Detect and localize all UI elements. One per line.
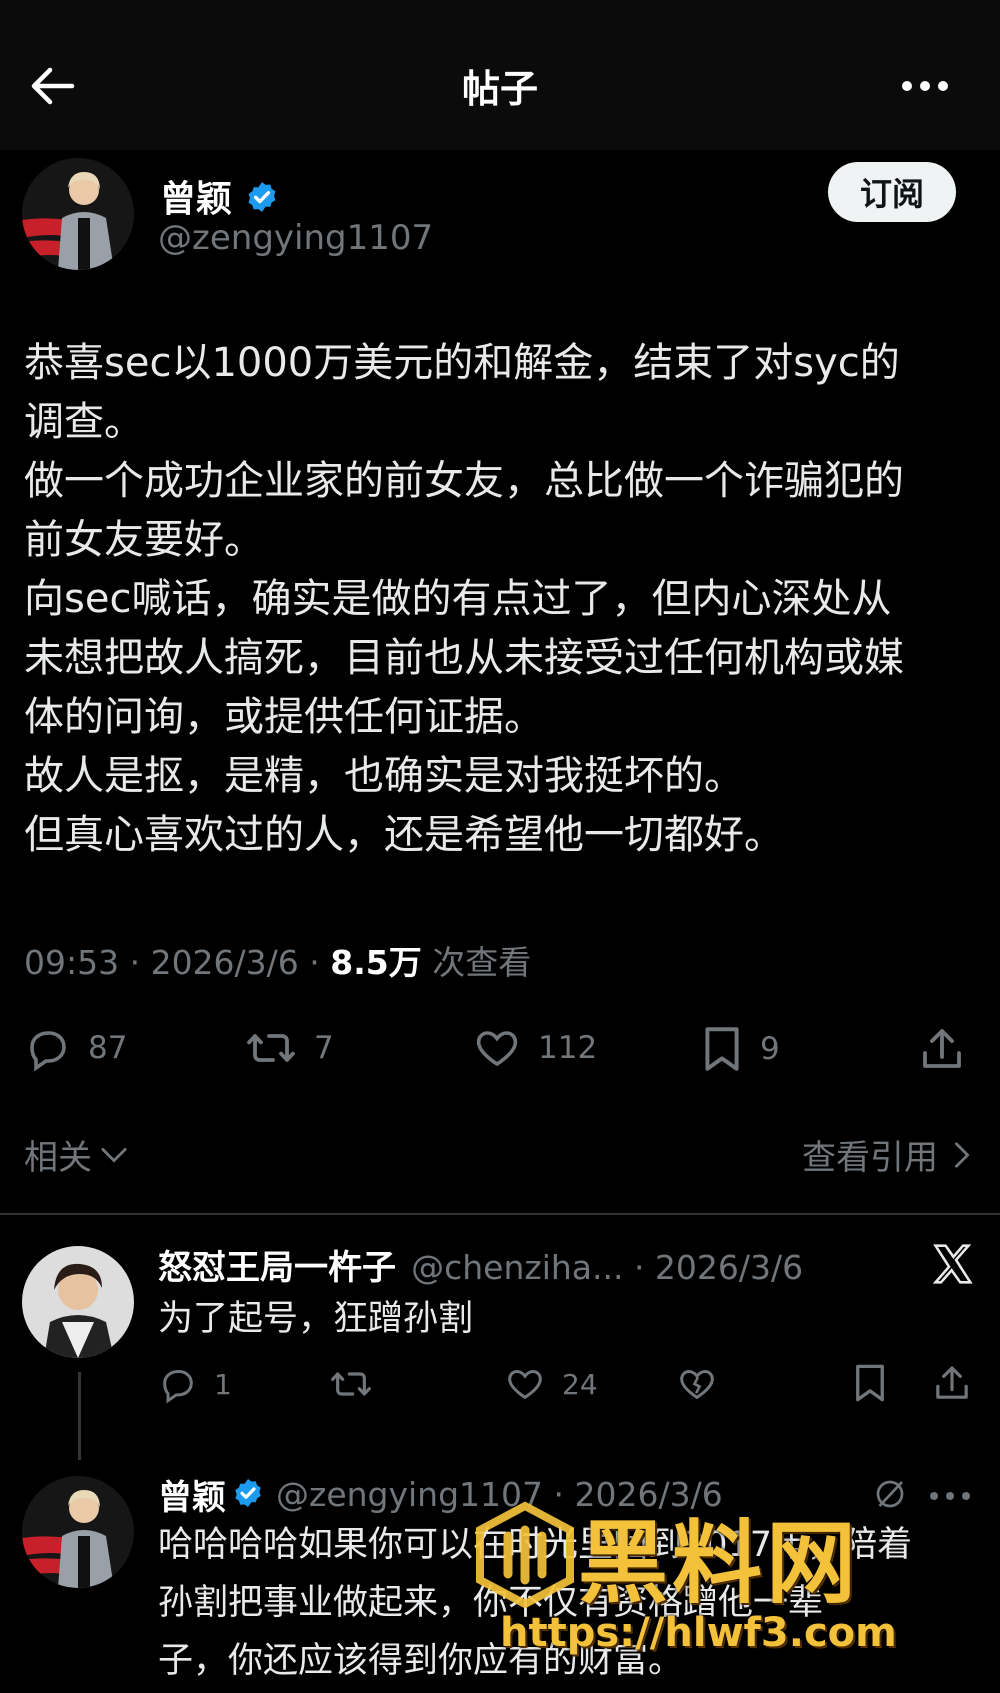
repost-count: 7 (314, 1030, 334, 1066)
more-options-icon[interactable] (928, 1486, 972, 1505)
view-quotes-link[interactable]: 查看引用 (802, 1130, 976, 1179)
post-line: 向sec喊话，确实是做的有点过了，但内心深处从 (24, 576, 892, 622)
author-handle[interactable]: @zengying1107 (158, 218, 433, 258)
reply-action[interactable]: 87 (24, 1024, 127, 1072)
repost-icon (247, 1034, 295, 1062)
like-count: 112 (538, 1030, 598, 1066)
heart-icon (476, 1031, 518, 1067)
verified-badge-icon (245, 180, 279, 223)
bookmark-action[interactable]: 9 (700, 1024, 780, 1074)
watermark-text: 黑料网 (578, 1511, 860, 1616)
post-timestamp[interactable]: 09:53 · 2026/3/6 · (24, 943, 330, 982)
reply-share-action[interactable] (932, 1362, 988, 1404)
reply-text: 为了起号，狂蹭孙割 (158, 1290, 473, 1348)
view-quotes-label: 查看引用 (802, 1138, 938, 1178)
post-line: 前女友要好。 (24, 517, 264, 563)
watermark-url: https://hlwf3.com (500, 1610, 897, 1656)
post-line: 调查。 (24, 399, 144, 445)
reply-icon (30, 1031, 66, 1072)
reply-avatar[interactable] (22, 1246, 134, 1358)
post-line: 恭喜sec以1000万美元的和解金，结束了对syc的 (24, 340, 900, 386)
verified-badge-icon (232, 1477, 264, 1513)
share-icon (936, 1366, 968, 1399)
thread-connector (78, 1372, 81, 1460)
reply-author-name[interactable]: 怒怼王局一杵子 (158, 1248, 396, 1288)
related-toggle[interactable]: 相关 (24, 1130, 132, 1179)
broken-heart-icon (680, 1369, 714, 1400)
reply-meta[interactable]: @chenziha... · 2026/3/6 (411, 1248, 803, 1287)
post-line: 但真心喜欢过的人，还是希望他一切都好。 (24, 812, 784, 858)
repost-icon (331, 1372, 371, 1396)
post-meta: 09:53 · 2026/3/6 · 8.5万 次查看 (24, 936, 531, 984)
grok-icon[interactable] (872, 1476, 908, 1516)
reply-header: 怒怼王局一杵子 @chenziha... · 2026/3/6 (158, 1240, 803, 1289)
bookmark-icon (705, 1027, 739, 1071)
author-avatar[interactable] (22, 158, 134, 270)
post-line: 体的问询，或提供任何证据。 (24, 694, 544, 740)
share-action[interactable] (918, 1024, 982, 1074)
heart-icon (508, 1369, 542, 1400)
chevron-right-icon (955, 1141, 970, 1168)
reply-author-name[interactable]: 曾颖 (158, 1470, 226, 1519)
x-logo-icon (930, 1242, 974, 1290)
chevron-down-icon (101, 1147, 127, 1163)
views-label: 次查看 (421, 943, 532, 982)
reply-like-count: 24 (562, 1367, 598, 1401)
reply-avatar[interactable] (22, 1476, 134, 1588)
reply-count: 87 (88, 1030, 128, 1066)
reply-reply-action[interactable]: 1 (158, 1364, 232, 1404)
subscribe-button[interactable]: 订阅 (828, 162, 956, 222)
page-title: 帖子 (461, 67, 538, 111)
views-count: 8.5万 (330, 943, 422, 982)
post-line: 故人是抠，是精，也确实是对我挺坏的。 (24, 753, 744, 799)
like-action[interactable]: 112 (472, 1024, 597, 1072)
bookmark-icon (856, 1364, 884, 1402)
author-name[interactable]: 曾颖 (160, 170, 279, 223)
share-icon (923, 1029, 961, 1068)
post-body: 恭喜sec以1000万美元的和解金，结束了对syc的 调查。 做一个成功企业家的… (24, 334, 984, 865)
post-line: 做一个成功企业家的前女友，总比做一个诈骗犯的 (24, 458, 904, 504)
reply-reply-count: 1 (214, 1367, 232, 1401)
section-divider (0, 1213, 1000, 1215)
repost-action[interactable]: 7 (244, 1024, 334, 1072)
bookmark-count: 9 (760, 1031, 780, 1067)
reply-repost-action[interactable] (328, 1364, 390, 1404)
reply-like-action[interactable]: 24 (504, 1364, 598, 1404)
reply-dislike-action[interactable] (676, 1364, 734, 1404)
author-name-text: 曾颖 (160, 179, 233, 220)
reply-bookmark-action[interactable] (852, 1362, 904, 1404)
related-label: 相关 (24, 1138, 92, 1178)
more-options-icon[interactable] (900, 78, 950, 97)
post-line: 未想把故人搞死，目前也从未接受过任何机构或媒 (24, 635, 904, 681)
reply-icon (163, 1370, 193, 1404)
reply-line: 为了起号，狂蹭孙割 (158, 1299, 474, 1339)
watermark-logo-icon (470, 1500, 580, 1614)
